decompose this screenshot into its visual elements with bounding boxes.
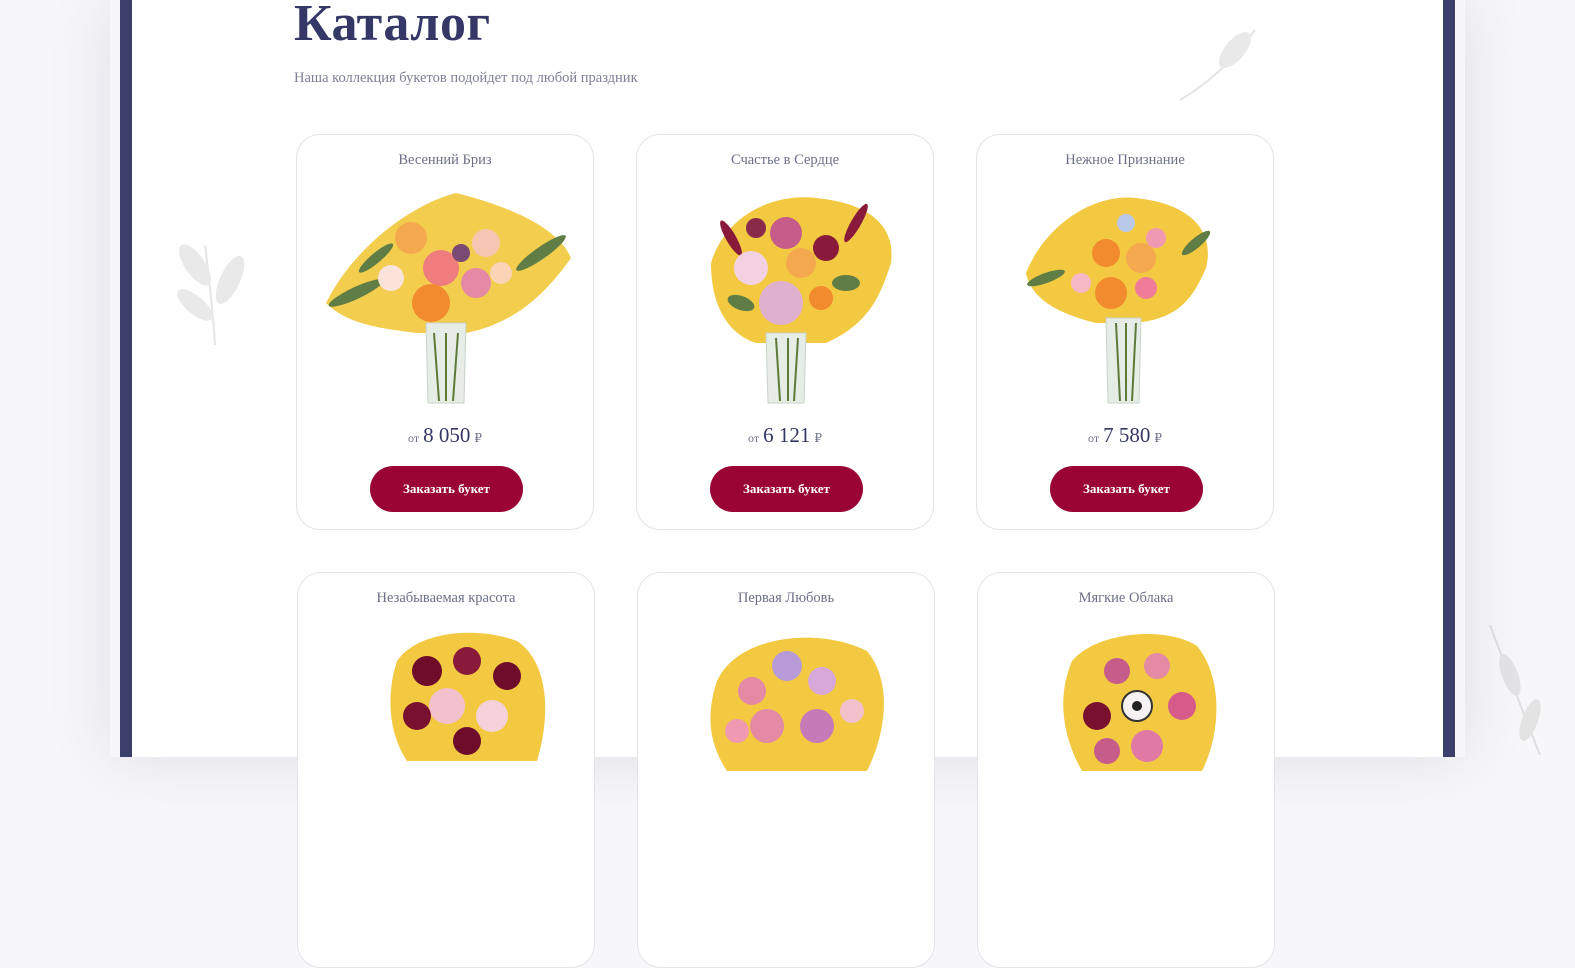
product-name: Нежное Признание [1065, 152, 1185, 168]
order-bouquet-button[interactable]: Заказать букет [370, 466, 523, 512]
currency-symbol: ₽ [1154, 431, 1162, 445]
leaf-decoration-top [1179, 29, 1256, 101]
product-card[interactable]: Нежное Признание от 7 580 ₽ Заказать бук… [976, 134, 1274, 530]
price-amount: 8 050 [423, 423, 471, 447]
bouquet-image [710, 637, 884, 771]
product-name: Весенний Бриз [398, 152, 492, 168]
product-card[interactable]: Мягкие Облака [977, 572, 1275, 968]
product-card[interactable]: Незабываемая красота [297, 572, 595, 968]
order-bouquet-button[interactable]: Заказать букет [1050, 466, 1203, 512]
product-card[interactable]: Весенний Бриз от 8 050 ₽ Заказать букет [296, 134, 594, 530]
order-bouquet-button[interactable]: Заказать букет [710, 466, 863, 512]
currency-symbol: ₽ [474, 431, 482, 445]
bouquet-image [390, 632, 546, 761]
leaf-decoration-bottom [1489, 625, 1541, 756]
leaf-decoration-left [177, 244, 245, 346]
bouquet-image [326, 193, 571, 404]
product-card[interactable]: Счастье в Сердце от 6 121 ₽ Заказать бук… [636, 134, 934, 530]
product-name: Первая Любовь [737, 590, 835, 606]
bouquet-image [1026, 197, 1211, 404]
product-price: от 7 580 ₽ [1088, 423, 1162, 447]
bouquet-image [1063, 634, 1217, 771]
product-name: Мягкие Облака [1078, 590, 1174, 606]
product-card[interactable]: Первая Любовь [637, 572, 935, 968]
product-name: Счастье в Сердце [730, 152, 840, 168]
bouquet-image [711, 197, 892, 404]
price-amount: 6 121 [763, 423, 811, 447]
product-name: Незабываемая красота [376, 590, 516, 606]
page-subtitle: Наша коллекция букетов подойдет под любо… [294, 70, 638, 86]
page-title: Каталог [294, 0, 491, 52]
price-amount: 7 580 [1103, 423, 1151, 447]
currency-symbol: ₽ [814, 431, 822, 445]
product-price: от 8 050 ₽ [408, 423, 482, 447]
product-price: от 6 121 ₽ [748, 423, 822, 447]
